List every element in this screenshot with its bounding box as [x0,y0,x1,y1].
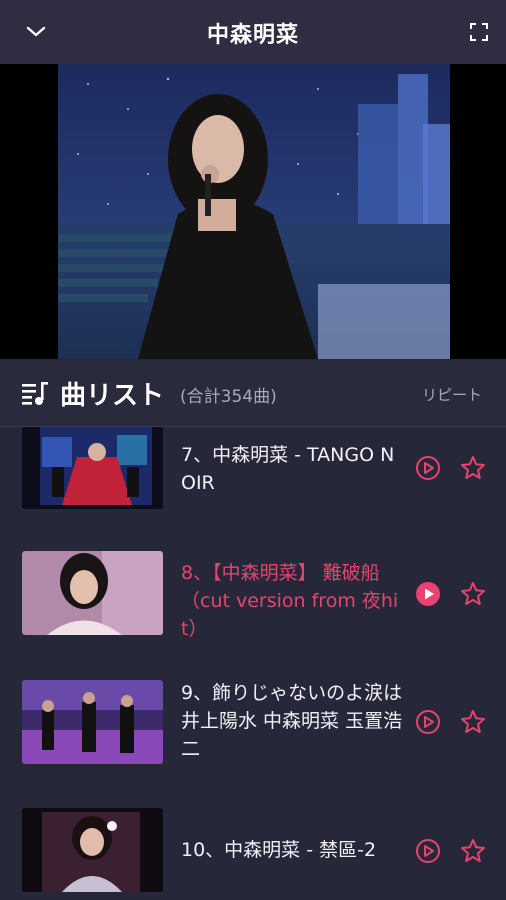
song-title[interactable]: 10、中森明菜 - 禁區-2 [181,836,403,864]
page-title: 中森明菜 [206,23,299,48]
song-title[interactable]: 9、飾りじゃないのよ涙は 井上陽水 中森明菜 玉置浩二 [181,679,403,763]
thumbnail-image [22,551,163,635]
fullscreen-icon[interactable] [467,20,491,44]
song-thumbnail[interactable] [22,427,163,509]
playlist-count: (合計354曲) [180,387,277,407]
song-thumbnail[interactable] [22,551,163,635]
play-icon[interactable] [415,455,441,481]
video-still-image [58,64,450,359]
repeat-button[interactable]: リピート [422,384,482,405]
play-icon[interactable] [415,709,441,735]
thumbnail-image [22,680,163,764]
list-item[interactable]: 7、中森明菜 - TANGO NOIR [0,427,506,527]
song-title[interactable]: 7、中森明菜 - TANGO NOIR [181,441,403,497]
play-icon[interactable] [415,581,441,607]
favorite-star-icon[interactable] [460,455,486,481]
list-item[interactable]: 9、飾りじゃないのよ涙は 井上陽水 中森明菜 玉置浩二 [0,674,506,774]
video-player[interactable] [0,64,506,359]
thumbnail-image [22,427,163,509]
video-frame[interactable] [58,64,450,359]
favorite-star-icon[interactable] [460,709,486,735]
playlist-header: 曲リスト (合計354曲) リピート [0,360,506,427]
playlist-title: 曲リスト [60,381,165,411]
song-thumbnail[interactable] [22,808,163,892]
thumbnail-image [22,808,163,892]
song-thumbnail[interactable] [22,680,163,764]
list-item-active[interactable]: 8、【中森明菜】 難破船 （cut version from 夜hit） [0,545,506,645]
favorite-star-icon[interactable] [460,838,486,864]
play-icon[interactable] [415,838,441,864]
song-list[interactable]: 7、中森明菜 - TANGO NOIR 8、【中森明菜】 難破船 （cut ve… [0,427,506,900]
song-title[interactable]: 8、【中森明菜】 難破船 （cut version from 夜hit） [181,559,403,643]
list-item[interactable]: 10、中森明菜 - 禁區-2 [0,804,506,900]
app-header: 中森明菜 [0,0,506,64]
playlist-icon [22,382,48,405]
favorite-star-icon[interactable] [460,581,486,607]
